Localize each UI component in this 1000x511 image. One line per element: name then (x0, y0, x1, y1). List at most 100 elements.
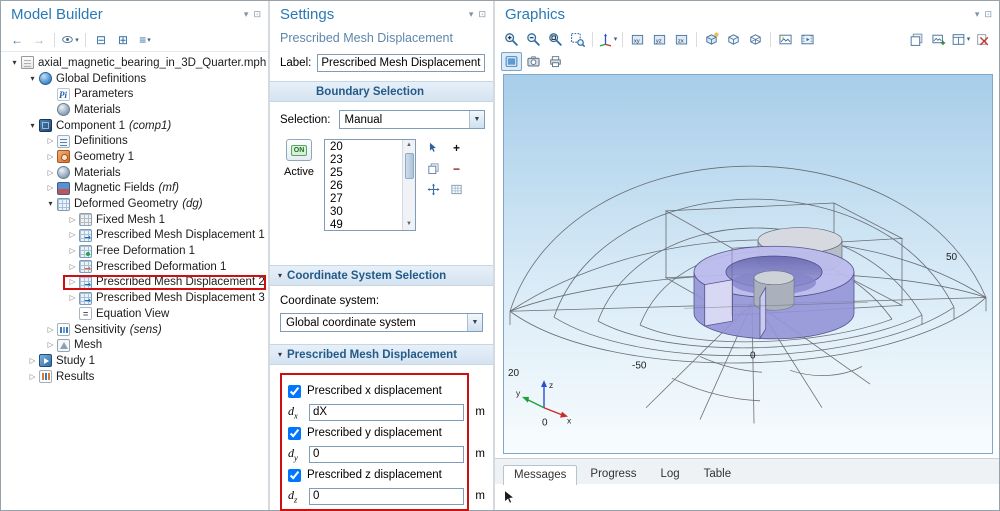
expand-arrow-icon[interactable] (45, 340, 56, 350)
scrollbar-thumb[interactable] (404, 153, 414, 179)
zoom-to-selection-icon[interactable] (447, 181, 466, 198)
section-prescribed-mesh-displacement[interactable]: ▾ Prescribed Mesh Displacement (270, 344, 493, 365)
panel-dock-icon[interactable]: ⊡ (478, 9, 486, 20)
expand-arrow-icon[interactable] (27, 372, 38, 382)
tree-item-parameters[interactable]: Parameters (1, 86, 268, 102)
expand-arrow-icon[interactable] (27, 74, 38, 84)
list-scrollbar[interactable]: ▲ ▼ (402, 140, 415, 230)
forward-icon[interactable]: → (29, 31, 49, 49)
remove-from-selection-icon[interactable]: − (447, 160, 466, 177)
camera-icon[interactable] (523, 52, 544, 71)
tree-item-component-1[interactable]: Component 1 (comp1) (1, 118, 268, 134)
list-item[interactable]: 49 (330, 219, 402, 232)
tab-log[interactable]: Log (649, 464, 690, 484)
chevron-down-icon[interactable]: ▼ (469, 111, 484, 128)
tree-item-magnetic-fields[interactable]: Magnetic Fields (mf) (1, 181, 268, 197)
copy-image-icon[interactable] (906, 30, 927, 49)
graphics-scene[interactable]: 50 0 -50 20 0 z x y (504, 75, 992, 453)
expand-arrow-icon[interactable] (45, 325, 56, 335)
image-snapshot-icon[interactable] (775, 30, 796, 49)
expand-arrow-icon[interactable] (67, 246, 78, 256)
boundary-selection-list[interactable]: 20 23 25 26 27 30 49 ▲ ▼ (324, 139, 416, 231)
zoom-box-icon[interactable] (567, 30, 588, 49)
zoom-out-icon[interactable] (523, 30, 544, 49)
expand-arrow-icon[interactable] (67, 293, 78, 303)
tree-item-equation-view[interactable]: Equation View (1, 306, 268, 322)
expand-arrow-icon[interactable] (67, 215, 78, 225)
expand-arrow-icon[interactable] (45, 199, 56, 209)
add-image-to-export-icon[interactable] (928, 30, 949, 49)
scroll-down-icon[interactable]: ▼ (406, 219, 412, 230)
wireframe-rendering-icon[interactable] (745, 30, 766, 49)
clear-plot-icon[interactable] (972, 30, 993, 49)
list-item[interactable]: 23 (330, 154, 402, 167)
tree-item-free-deformation-1[interactable]: Free Deformation 1 (1, 243, 268, 259)
selection-dropdown[interactable]: Manual ▼ (338, 110, 485, 129)
active-toggle-button[interactable]: ON (286, 139, 312, 161)
expand-arrow-icon[interactable] (67, 230, 78, 240)
move-selection-icon[interactable] (424, 181, 443, 198)
graphics-canvas[interactable]: 50 0 -50 20 0 z x y (503, 74, 993, 454)
list-item[interactable]: 26 (330, 180, 402, 193)
split-window-icon[interactable]: ▾ (950, 30, 971, 49)
list-item[interactable]: 27 (330, 193, 402, 206)
tree-item-results[interactable]: Results (1, 369, 268, 385)
expand-all-icon[interactable]: ⊞ (113, 31, 133, 49)
tree-item-root[interactable]: axial_magnetic_bearing_in_3D_Quarter.mph… (1, 55, 268, 71)
panel-menu-icon[interactable]: ▾ (244, 9, 249, 20)
expand-arrow-icon[interactable] (45, 152, 56, 162)
list-item[interactable]: 25 (330, 167, 402, 180)
prescribed-x-checkbox[interactable] (288, 384, 301, 398)
collapse-all-icon[interactable]: ⊟ (91, 31, 111, 49)
dz-input[interactable] (309, 487, 464, 505)
panel-menu-icon[interactable]: ▾ (469, 9, 474, 20)
dx-input[interactable] (309, 403, 464, 421)
label-input[interactable] (317, 54, 485, 72)
tree-item-prescribed-deformation-1[interactable]: Prescribed Deformation 1 (1, 259, 268, 275)
section-coordinate-system[interactable]: ▾ Coordinate System Selection (270, 265, 493, 286)
list-item[interactable]: 30 (330, 206, 402, 219)
view-xy-plane-icon[interactable]: xy (627, 30, 648, 49)
tree-item-geometry-1[interactable]: Geometry 1 (1, 149, 268, 165)
list-item[interactable]: 20 (330, 141, 402, 154)
panel-menu-icon[interactable]: ▾ (975, 9, 980, 20)
collapse-triangle-icon[interactable]: ▾ (278, 350, 282, 359)
tree-item-materials-global[interactable]: Materials (1, 102, 268, 118)
section-boundary-selection[interactable]: Boundary Selection (270, 81, 493, 102)
tab-table[interactable]: Table (693, 464, 743, 484)
collapse-triangle-icon[interactable]: ▾ (278, 271, 282, 280)
tree-item-prescribed-mesh-displacement-2[interactable]: Prescribed Mesh Displacement 2 (1, 274, 268, 291)
go-to-default-view-icon[interactable]: ▾ (597, 30, 618, 49)
tree-item-sensitivity[interactable]: Sensitivity (sens) (1, 322, 268, 338)
dy-input[interactable] (309, 445, 464, 463)
back-icon[interactable]: ← (7, 31, 27, 49)
view-zx-plane-icon[interactable]: zx (671, 30, 692, 49)
expand-arrow-icon[interactable] (45, 168, 56, 178)
view-yz-plane-icon[interactable]: yz (649, 30, 670, 49)
zoom-in-icon[interactable] (501, 30, 522, 49)
panel-dock-icon[interactable]: ⊡ (984, 9, 992, 20)
add-to-selection-icon[interactable]: + (447, 139, 466, 156)
panel-dock-icon[interactable]: ⊡ (253, 9, 261, 20)
expand-arrow-icon[interactable] (27, 356, 38, 366)
tree-item-study-1[interactable]: Study 1 (1, 353, 268, 369)
tree-item-prescribed-mesh-displacement-3[interactable]: Prescribed Mesh Displacement 3 (1, 290, 268, 306)
plot-icon[interactable] (501, 51, 522, 71)
expand-arrow-icon[interactable] (67, 277, 78, 287)
tree-item-deformed-geometry[interactable]: Deformed Geometry (dg) (1, 196, 268, 212)
prescribed-y-checkbox[interactable] (288, 426, 301, 440)
tree-item-materials[interactable]: Materials (1, 165, 268, 181)
chevron-down-icon[interactable]: ▼ (467, 314, 482, 331)
animation-export-icon[interactable] (797, 30, 818, 49)
tab-progress[interactable]: Progress (579, 464, 647, 484)
zoom-extents-icon[interactable] (545, 30, 566, 49)
scroll-up-icon[interactable]: ▲ (406, 140, 412, 151)
tab-messages[interactable]: Messages (503, 465, 578, 485)
tree-item-definitions[interactable]: Definitions (1, 133, 268, 149)
tree-item-global-definitions[interactable]: Global Definitions (1, 71, 268, 87)
tree-item-fixed-mesh-1[interactable]: Fixed Mesh 1 (1, 212, 268, 228)
expand-arrow-icon[interactable] (9, 58, 20, 68)
copy-selection-icon[interactable] (424, 160, 443, 177)
activate-selection-icon[interactable] (424, 139, 443, 156)
coordinate-system-dropdown[interactable]: Global coordinate system ▼ (280, 313, 483, 332)
